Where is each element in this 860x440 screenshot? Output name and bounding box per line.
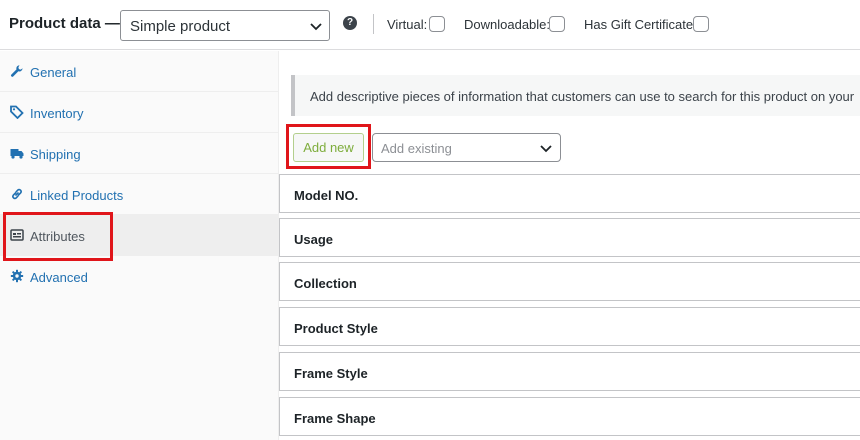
- tab-linked-products-label: Linked Products: [30, 188, 124, 203]
- tab-shipping[interactable]: Shipping: [0, 133, 279, 174]
- attributes-tab-highlight: [3, 212, 113, 261]
- link-icon: [12, 188, 22, 200]
- product-type-value: Simple product: [130, 18, 231, 35]
- add-existing-placeholder: Add existing: [381, 141, 452, 156]
- attribute-row[interactable]: Collection: [279, 262, 860, 301]
- tab-inventory-label: Inventory: [30, 106, 84, 121]
- attribute-name: Collection: [294, 276, 357, 291]
- attribute-row[interactable]: Product Style: [279, 307, 860, 346]
- virtual-checkbox[interactable]: [429, 16, 445, 32]
- attribute-name: Usage: [294, 232, 334, 247]
- attribute-name: Frame Style: [294, 366, 368, 381]
- tag-icon: [10, 105, 24, 119]
- downloadable-label: Downloadable:: [464, 17, 551, 32]
- product-type-select[interactable]: Simple product: [120, 10, 330, 41]
- help-icon[interactable]: ?: [343, 16, 357, 30]
- divider: [373, 14, 374, 34]
- tab-inventory[interactable]: Inventory: [0, 92, 279, 133]
- virtual-label: Virtual:: [387, 17, 428, 32]
- tab-linked-products[interactable]: Linked Products: [0, 174, 279, 215]
- attribute-name: Product Style: [294, 321, 378, 336]
- tab-general-label: General: [30, 65, 77, 80]
- tab-advanced[interactable]: Advanced: [0, 256, 279, 297]
- tab-advanced-label: Advanced: [30, 270, 88, 285]
- downloadable-checkbox[interactable]: [549, 16, 565, 32]
- attribute-row[interactable]: Model NO.: [279, 174, 860, 213]
- product-data-title: Product data —: [9, 15, 120, 32]
- wrench-icon: [11, 65, 23, 77]
- truck-icon: [10, 149, 24, 159]
- tab-general[interactable]: General: [0, 51, 279, 92]
- product-data-header: Product data — Simple product ? Virtual:…: [0, 0, 860, 50]
- chevron-down-icon: [310, 23, 322, 31]
- tab-shipping-label: Shipping: [30, 147, 81, 162]
- attribute-row[interactable]: Frame Shape: [279, 397, 860, 436]
- attribute-row[interactable]: Frame Style: [279, 352, 860, 391]
- gift-certificate-label: Has Gift Certificate:: [584, 17, 697, 32]
- add-new-button[interactable]: Add new: [293, 133, 364, 162]
- attributes-notice-text: Add descriptive pieces of information th…: [310, 89, 855, 104]
- attribute-name: Model NO.: [294, 188, 359, 203]
- attribute-name: Frame Shape: [294, 411, 376, 426]
- attribute-row[interactable]: Usage: [279, 218, 860, 257]
- add-existing-select[interactable]: Add existing: [372, 133, 561, 162]
- gear-icon: [10, 269, 24, 283]
- chevron-down-icon: [540, 145, 552, 153]
- attributes-notice: Add descriptive pieces of information th…: [291, 75, 860, 116]
- gift-certificate-checkbox[interactable]: [693, 16, 709, 32]
